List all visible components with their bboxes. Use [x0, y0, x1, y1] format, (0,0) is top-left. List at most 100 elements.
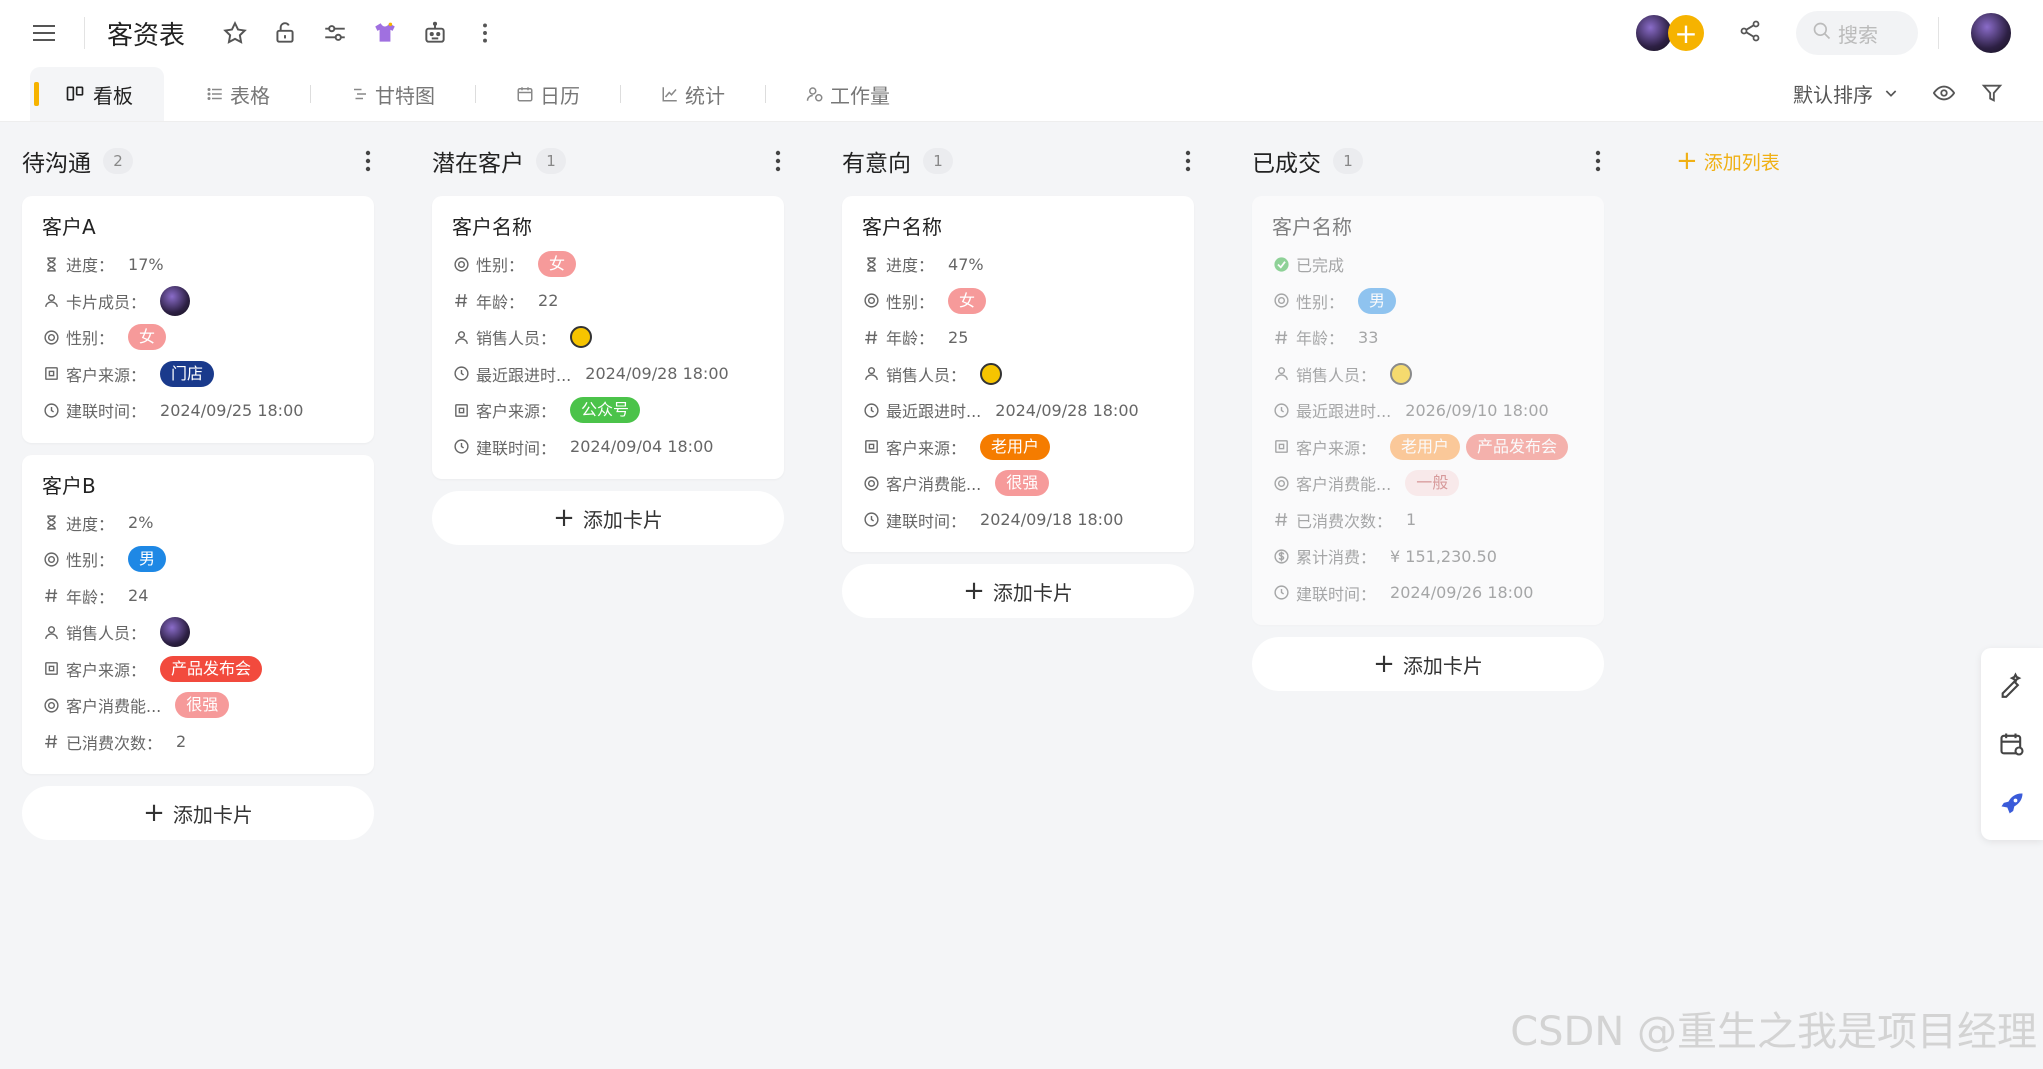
card-field: 最近跟进时... 2024/09/28 18:00: [452, 356, 764, 393]
search-input[interactable]: 搜索: [1796, 11, 1918, 55]
tab-label: 日历: [540, 83, 580, 108]
customer-card[interactable]: 客户名称 进度： 47% 性别： 女年龄： 25 销售人员： 最近跟进时... 2024/09/…: [842, 196, 1194, 552]
divider: [310, 85, 311, 103]
field-label: 进度：: [66, 256, 115, 276]
member-avatar[interactable]: [160, 285, 191, 316]
field-value: 2024/09/28 18:00: [995, 400, 1139, 420]
customer-card[interactable]: 客户名称 已完成 性别： 男年龄： 33 销售人员： 最近跟进时... 2026/09/10 …: [1252, 196, 1604, 625]
card-status: 已完成: [1272, 246, 1584, 283]
clock-icon: [42, 401, 60, 419]
square-icon: [42, 365, 60, 383]
more-vertical-icon[interactable]: [766, 146, 790, 176]
add-card-button[interactable]: + 添加卡片: [22, 786, 374, 840]
divider: [765, 85, 766, 103]
field-label: 年龄：: [66, 587, 115, 607]
field-label: 进度：: [66, 514, 115, 534]
sales-avatar[interactable]: [1390, 362, 1413, 385]
kanban-column: 有意向 1 客户名称 进度： 47% 性别： 女年龄： 25 销售人员： 最近跟进时... 2024…: [842, 138, 1194, 840]
title-toolbar: [221, 19, 499, 47]
sort-label: 默认排序: [1793, 82, 1873, 107]
add-list-button[interactable]: + 添加列表: [1676, 146, 1780, 176]
member-avatar[interactable]: [160, 617, 191, 648]
divider: [84, 17, 85, 49]
shirt-icon[interactable]: [371, 19, 399, 47]
column-title[interactable]: 有意向: [842, 144, 911, 178]
field-label: 客户消费能...: [886, 475, 982, 495]
field-label: 卡片成员：: [66, 292, 147, 312]
card-field: 性别： 男: [42, 541, 354, 578]
hamburger-menu-icon[interactable]: [30, 19, 58, 47]
more-vertical-icon[interactable]: [1586, 146, 1610, 176]
settings-sliders-icon[interactable]: [321, 19, 349, 47]
user-avatar[interactable]: [1969, 11, 2013, 55]
calendar-edit-icon[interactable]: [1981, 714, 2043, 774]
tab-calendar[interactable]: 日历: [516, 67, 580, 121]
field-label: 建联时间：: [476, 438, 557, 458]
customer-card[interactable]: 客户名称 性别： 女年龄： 22 销售人员： 最近跟进时... 2024/09/28 18:…: [432, 196, 784, 479]
magic-edit-icon[interactable]: [1981, 654, 2043, 714]
tab-statistics[interactable]: 统计: [661, 67, 725, 121]
tab-kanban[interactable]: 看板: [30, 67, 164, 121]
sort-dropdown[interactable]: 默认排序: [1793, 79, 1899, 108]
user-icon: [42, 292, 60, 310]
rocket-icon[interactable]: [1981, 774, 2043, 834]
tab-gantt[interactable]: 甘特图: [351, 67, 435, 121]
sales-avatar[interactable]: [980, 362, 1003, 385]
field-label: 销售人员：: [66, 624, 147, 644]
more-vertical-icon[interactable]: [356, 146, 380, 176]
card-field: 建联时间： 2024/09/25 18:00: [42, 392, 354, 429]
add-card-label: 添加卡片: [1402, 653, 1483, 678]
card-field: 客户来源： 门店: [42, 356, 354, 393]
chart-line-icon: [661, 85, 679, 103]
field-label: 建联时间：: [66, 402, 147, 422]
clock-icon: [1272, 584, 1290, 602]
tab-workload[interactable]: 工作量: [806, 67, 890, 121]
field-label: 已消费次数：: [1296, 511, 1393, 531]
sales-avatar[interactable]: [570, 326, 593, 349]
card-field: 客户消费能... 很强: [42, 687, 354, 724]
star-icon[interactable]: [221, 19, 249, 47]
user-icon: [1272, 365, 1290, 383]
customer-card[interactable]: 客户A 进度： 17% 卡片成员： 性别： 女客户来源： 门店 建联时间： 2024/09/25…: [22, 196, 374, 443]
hash-icon: [42, 733, 60, 751]
filter-icon[interactable]: [1981, 82, 2003, 104]
kanban-column: 待沟通 2 客户A 进度： 17% 卡片成员： 性别： 女客户来源： 门店 建联时间： 2024/0…: [22, 138, 374, 840]
eye-icon[interactable]: [1933, 82, 1955, 104]
option-tag: 老用户: [980, 433, 1051, 460]
column-title[interactable]: 潜在客户: [432, 144, 524, 178]
option-tag: 产品发布会: [160, 655, 263, 682]
column-title[interactable]: 已成交: [1252, 144, 1321, 178]
hash-icon: [42, 587, 60, 605]
more-vertical-icon[interactable]: [471, 19, 499, 47]
card-field: 性别： 男: [1272, 283, 1584, 320]
add-member-button[interactable]: +: [1668, 15, 1704, 51]
add-card-button[interactable]: + 添加卡片: [432, 491, 784, 545]
target-icon: [1272, 474, 1290, 492]
view-tabs: 看板 表格 甘特图 日历 统计 工作量 默认排序: [0, 66, 2043, 122]
column-count-badge: 1: [536, 148, 566, 174]
share-icon[interactable]: [1738, 19, 1762, 47]
kanban-icon: [65, 84, 85, 104]
other-tabs: 表格 甘特图 日历 统计 工作量: [206, 67, 890, 121]
add-card-button[interactable]: + 添加卡片: [1252, 637, 1604, 691]
column-title[interactable]: 待沟通: [22, 144, 91, 178]
hash-icon: [452, 292, 470, 310]
target-icon: [452, 255, 470, 273]
customer-card[interactable]: 客户B 进度： 2% 性别： 男年龄： 24 销售人员： 客户来源： 产品发布会 客户消费能...…: [22, 454, 374, 774]
column-header: 潜在客户 1: [432, 138, 784, 184]
field-value: 33: [1358, 327, 1379, 347]
user-icon: [42, 623, 60, 641]
add-list-label: 添加列表: [1703, 151, 1780, 174]
card-field: 销售人员：: [42, 614, 354, 651]
lock-icon[interactable]: [271, 19, 299, 47]
add-card-button[interactable]: + 添加卡片: [842, 564, 1194, 618]
tab-table[interactable]: 表格: [206, 67, 270, 121]
list-icon: [206, 85, 224, 103]
kanban-column: 已成交 1 客户名称 已完成 性别： 男年龄： 33 销售人员： 最近跟进时... 2026/09…: [1252, 138, 1604, 840]
robot-icon[interactable]: [421, 19, 449, 47]
card-field: 客户来源： 老用户: [862, 429, 1174, 466]
field-label: 最近跟进时...: [476, 365, 572, 385]
field-label: 性别：: [1296, 292, 1345, 312]
card-field: 累计消费： ¥ 151,230.50: [1272, 538, 1584, 575]
more-vertical-icon[interactable]: [1176, 146, 1200, 176]
